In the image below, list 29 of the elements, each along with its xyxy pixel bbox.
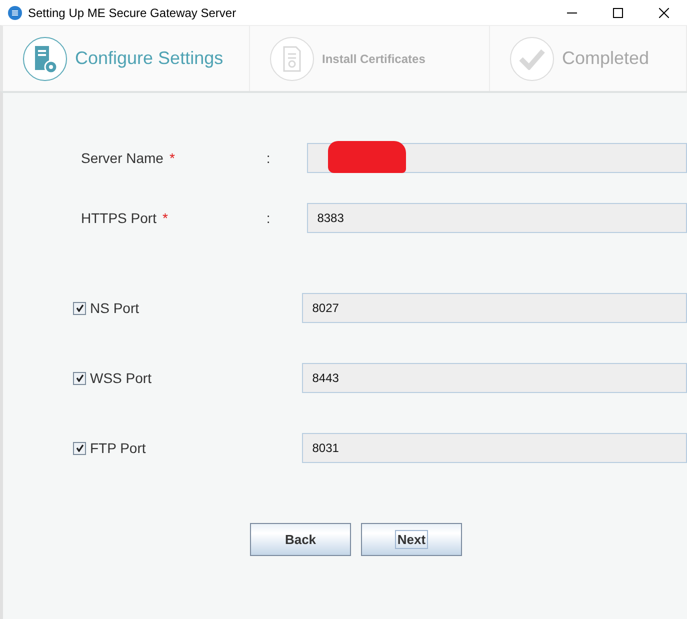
- field-label: NS Port: [90, 300, 140, 316]
- input-field[interactable]: [307, 143, 687, 173]
- input-field[interactable]: 8031: [302, 433, 687, 463]
- required-mark: *: [162, 210, 168, 226]
- server-gear-icon: [32, 44, 58, 74]
- field-label: WSS Port: [90, 370, 152, 386]
- back-button[interactable]: Back: [250, 523, 351, 556]
- window-title: Setting Up ME Secure Gateway Server: [28, 6, 238, 20]
- step-label: Configure Settings: [75, 48, 224, 69]
- checkbox[interactable]: [73, 302, 86, 314]
- input-field[interactable]: 8383: [307, 203, 687, 233]
- required-mark: *: [169, 150, 175, 166]
- step-label: Completed: [562, 48, 650, 69]
- maximize-icon: [613, 8, 623, 18]
- step-label: Install Certificates: [322, 52, 426, 66]
- app-icon: [8, 6, 22, 20]
- close-icon: [659, 8, 669, 18]
- checkbox[interactable]: [73, 442, 86, 454]
- checkbox[interactable]: [73, 372, 86, 384]
- next-button[interactable]: Next: [361, 523, 462, 556]
- field-label: FTP Port: [90, 440, 146, 456]
- checkmark-icon: [518, 48, 546, 70]
- input-field[interactable]: 8443: [302, 363, 687, 393]
- field-label: HTTPS Port: [81, 210, 156, 226]
- certificate-icon: [281, 44, 303, 72]
- field-label: Server Name: [81, 150, 164, 166]
- separator-colon: :: [266, 150, 270, 166]
- input-field[interactable]: 8027: [302, 293, 687, 323]
- separator-colon: :: [266, 210, 270, 226]
